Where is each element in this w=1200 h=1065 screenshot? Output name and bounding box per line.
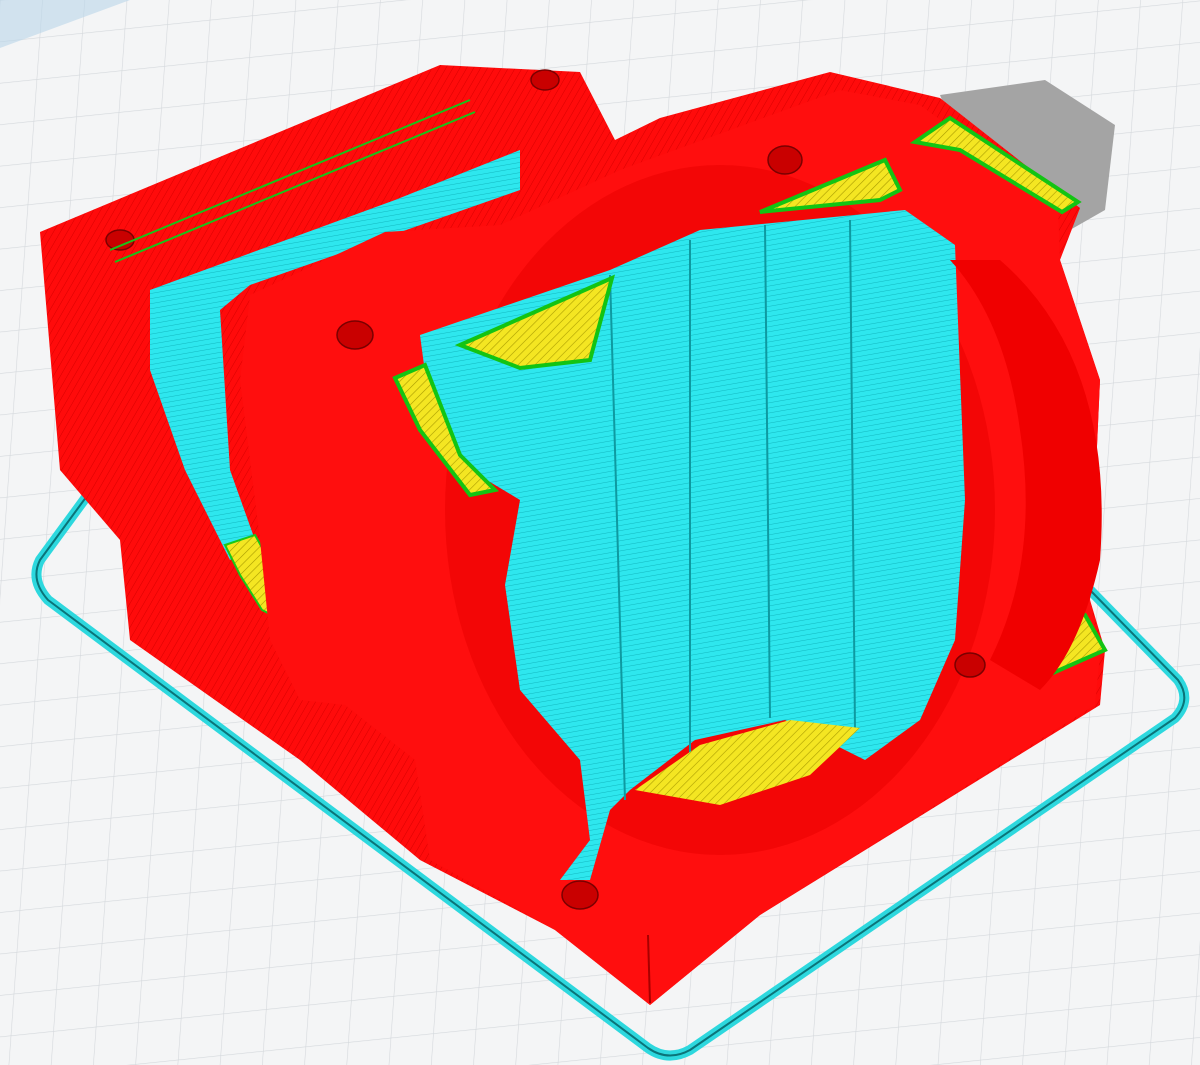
screw-hole-5 (530, 69, 560, 91)
screw-hole-3 (954, 652, 986, 678)
screw-hole-2 (767, 145, 803, 175)
screw-hole-6 (105, 229, 135, 251)
screw-hole-1 (336, 320, 374, 350)
screw-hole-4 (561, 880, 599, 910)
3d-viewport[interactable] (0, 0, 1200, 1065)
